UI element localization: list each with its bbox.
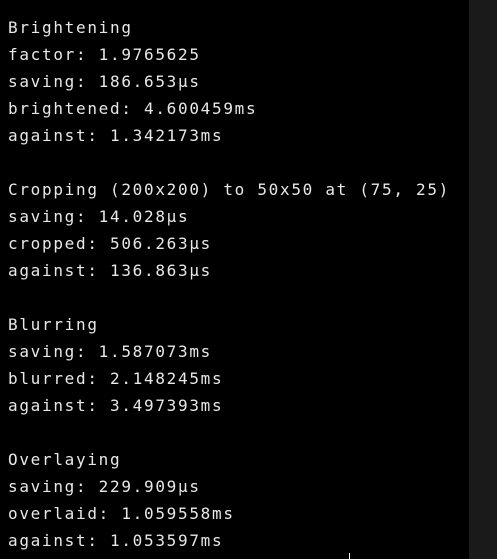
terminal-line: saving: 14.028µs: [8, 207, 190, 226]
terminal-line: against: 136.863µs: [8, 261, 212, 280]
terminal-line: brightened: 4.600459ms: [8, 99, 258, 118]
terminal-line: cropped: 506.263µs: [8, 234, 212, 253]
terminal-line: Cropping (200x200) to 50x50 at (75, 25): [8, 180, 450, 199]
terminal-line: Blurring: [8, 315, 99, 334]
terminal-line: overlaid: 1.059558ms: [8, 504, 235, 523]
terminal-line: saving: 186.653µs: [8, 72, 201, 91]
terminal-text: Brightening factor: 1.9765625 saving: 18…: [8, 14, 450, 554]
terminal-output-pane[interactable]: Brightening factor: 1.9765625 saving: 18…: [0, 0, 469, 559]
terminal-line: Brightening: [8, 18, 133, 37]
terminal-line: against: 1.342173ms: [8, 126, 224, 145]
vertical-scrollbar[interactable]: [469, 0, 497, 559]
terminal-line: factor: 1.9765625: [8, 45, 201, 64]
text-cursor: [349, 553, 350, 559]
terminal-line: against: 1.053597ms: [8, 531, 224, 550]
terminal-line: saving: 229.909µs: [8, 477, 201, 496]
terminal-line: against: 3.497393ms: [8, 396, 224, 415]
terminal-line: Overlaying: [8, 450, 122, 469]
terminal-line: blurred: 2.148245ms: [8, 369, 224, 388]
terminal-line: saving: 1.587073ms: [8, 342, 212, 361]
